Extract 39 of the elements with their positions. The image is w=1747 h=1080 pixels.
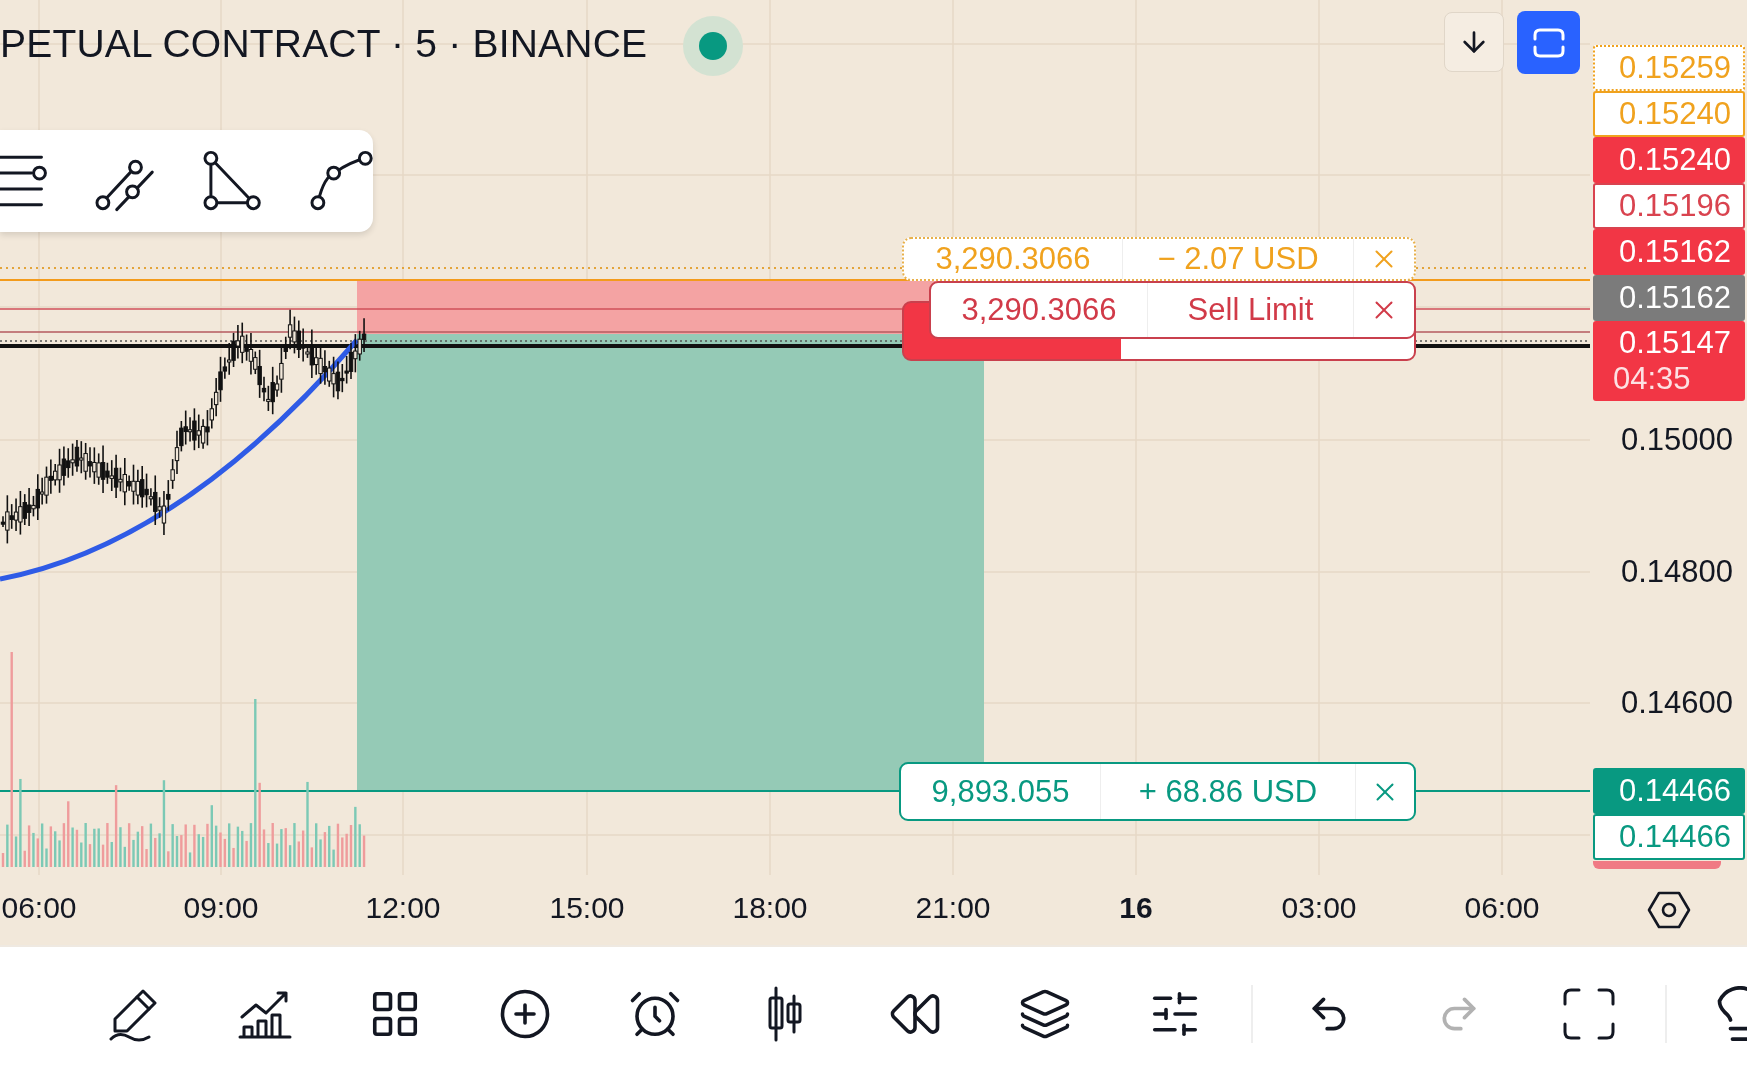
time-label: 15:00 <box>549 891 625 925</box>
price-marker: 0.15196 <box>1593 183 1745 229</box>
lightbulb-icon <box>1717 985 1747 1042</box>
status-dot-icon <box>682 15 744 77</box>
order-quantity: 9,893.055 <box>901 764 1101 819</box>
time-label: 21:00 <box>915 891 991 925</box>
price-tick: 0.14600 <box>1620 685 1733 721</box>
take-profit-label[interactable]: 9,893.055 + 68.86 USD <box>899 762 1416 821</box>
price-marker: 0.15162 <box>1593 229 1745 275</box>
price-marker: 0.15259 <box>1593 45 1745 91</box>
symbol-title: PETUAL CONTRACT · 5 · BINANCE <box>0 22 648 66</box>
order-quantity: 3,290.3066 <box>931 283 1148 337</box>
horizontal-lines-icon[interactable] <box>0 153 50 209</box>
sell-limit-label[interactable]: 3,290.3066 Sell Limit <box>929 281 1416 339</box>
profit-loss: + 68.86 USD <box>1101 764 1356 819</box>
price-tick: 0.15000 <box>1620 422 1733 458</box>
time-label: 06:00 <box>1 891 77 925</box>
time-label: 09:00 <box>183 891 259 925</box>
triangle-icon[interactable] <box>202 150 264 212</box>
time-label: 06:00 <box>1464 891 1540 925</box>
order-quantity: 3,290.3066 <box>904 239 1123 279</box>
scroll-to-latest-button[interactable] <box>1444 12 1504 72</box>
order-type: Sell Limit <box>1148 283 1354 337</box>
time-label: 16 <box>1119 891 1153 925</box>
price-marker: 0.14466 <box>1593 768 1745 814</box>
time-label: 18:00 <box>732 891 808 925</box>
curve-icon[interactable] <box>309 150 373 212</box>
time-label: 12:00 <box>365 891 441 925</box>
auto-scale-button[interactable] <box>1517 11 1580 74</box>
price-marker: 0.15240 <box>1593 137 1745 183</box>
price-tick: 0.14800 <box>1620 554 1733 590</box>
time-label: 03:00 <box>1281 891 1357 925</box>
profit-loss: − 2.07 USD <box>1123 239 1354 279</box>
price-marker: 0.15147 04:35 <box>1593 321 1745 401</box>
settings-icon[interactable] <box>1646 890 1691 930</box>
position-label[interactable]: 3,290.3066 − 2.07 USD <box>902 237 1416 281</box>
price-marker: 0.15240 <box>1593 91 1745 137</box>
price-marker: 0.14466 <box>1593 814 1745 860</box>
price-marker: 0.15162 <box>1593 275 1745 321</box>
